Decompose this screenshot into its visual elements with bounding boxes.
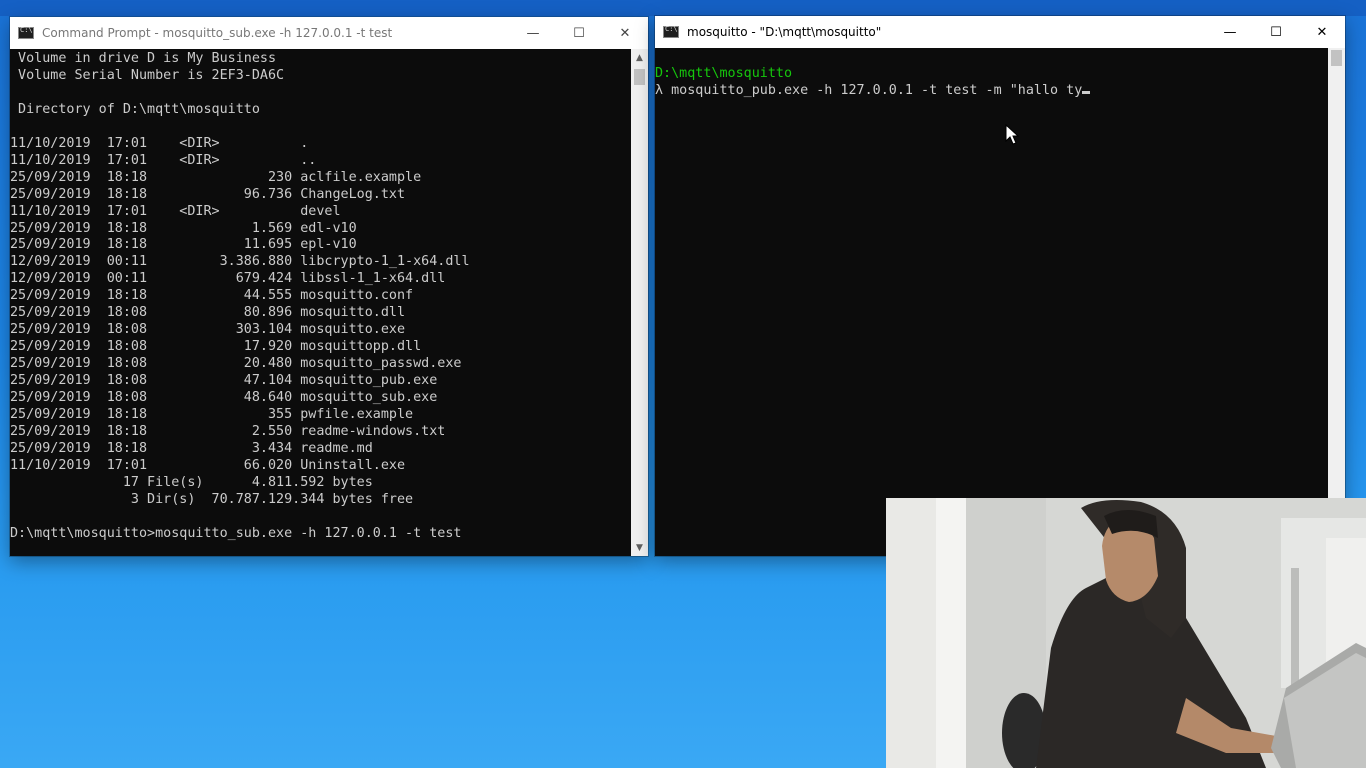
prompt-path: D:\mqtt\mosquitto	[655, 66, 793, 81]
console-line: 25/09/2019 18:08 48.640 mosquitto_sub.ex…	[10, 390, 438, 406]
maximize-button[interactable]: ☐	[1253, 16, 1299, 48]
scroll-thumb[interactable]	[1331, 50, 1342, 66]
mosquitto-console-window[interactable]: mosquitto - "D:\mqtt\mosquitto" — ☐ ✕ D:…	[655, 16, 1345, 556]
command-prompt-window[interactable]: Command Prompt - mosquitto_sub.exe -h 12…	[10, 17, 648, 556]
close-button[interactable]: ✕	[1299, 16, 1345, 48]
console-line: Volume in drive D is My Business	[10, 51, 277, 66]
console-line: D:\mqtt\mosquitto>mosquitto_sub.exe -h 1…	[10, 525, 462, 541]
console-line: 12/09/2019 00:11 3.386.880 libcrypto-1_1…	[10, 254, 470, 270]
title-bar[interactable]: Command Prompt - mosquitto_sub.exe -h 12…	[10, 17, 648, 49]
window-controls: — ☐ ✕	[1207, 16, 1345, 48]
desktop-top-edge	[0, 0, 1366, 16]
console-line: Directory of D:\mqtt\mosquitto	[10, 101, 260, 117]
mouse-pointer-icon	[1005, 124, 1019, 145]
console-line: 25/09/2019 18:08 20.480 mosquitto_passwd…	[10, 356, 462, 372]
console-line: 25/09/2019 18:18 11.695 epl-v10	[10, 237, 357, 253]
console-line: 11/10/2019 17:01 <DIR> .	[10, 135, 309, 151]
vertical-scrollbar[interactable]: ▲ ▼	[631, 49, 648, 556]
scroll-down-arrow-icon[interactable]: ▼	[631, 539, 648, 556]
cmd-icon	[18, 26, 34, 39]
console-line: 25/09/2019 18:18 44.555 mosquitto.conf	[10, 288, 414, 304]
console-line: 25/09/2019 18:08 80.896 mosquitto.dll	[10, 305, 406, 321]
console-output[interactable]: D:\mqtt\mosquitto λ mosquitto_pub.exe -h…	[655, 48, 1328, 556]
console-line: 25/09/2019 18:18 96.736 ChangeLog.txt	[10, 186, 406, 202]
scroll-up-arrow-icon[interactable]: ▲	[631, 49, 648, 66]
minimize-button[interactable]: —	[510, 17, 556, 49]
console-text: D:\mqtt\mosquitto λ mosquitto_pub.exe -h…	[655, 66, 1328, 100]
console-line: 3 Dir(s) 70.787.129.344 bytes free	[10, 491, 414, 507]
command-input-line[interactable]: λ mosquitto_pub.exe -h 127.0.0.1 -t test…	[655, 83, 1082, 98]
console-line: 25/09/2019 18:18 2.550 readme-windows.tx…	[10, 423, 446, 439]
console-line: 12/09/2019 00:11 679.424 libssl-1_1-x64.…	[10, 271, 446, 287]
console-line: 25/09/2019 18:08 47.104 mosquitto_pub.ex…	[10, 373, 438, 389]
close-button[interactable]: ✕	[602, 17, 648, 49]
window-title: Command Prompt - mosquitto_sub.exe -h 12…	[42, 26, 393, 40]
minimize-button[interactable]: —	[1207, 16, 1253, 48]
webcam-overlay	[886, 498, 1366, 768]
text-cursor	[1082, 90, 1091, 94]
console-line: 25/09/2019 18:08 303.104 mosquitto.exe	[10, 322, 406, 338]
console-text: Volume in drive D is My Business Volume …	[10, 51, 631, 543]
console-line: 11/10/2019 17:01 66.020 Uninstall.exe	[10, 457, 406, 473]
console-line: 11/10/2019 17:01 <DIR> ..	[10, 152, 317, 168]
maximize-button[interactable]: ☐	[556, 17, 602, 49]
console-line: 11/10/2019 17:01 <DIR> devel	[10, 203, 341, 219]
vertical-scrollbar[interactable]	[1328, 48, 1345, 556]
console-line: Volume Serial Number is 2EF3-DA6C	[10, 67, 285, 83]
console-line: 25/09/2019 18:18 230 aclfile.example	[10, 169, 422, 185]
webcam-person-image	[886, 498, 1366, 768]
console-line: 25/09/2019 18:18 1.569 edl-v10	[10, 220, 357, 236]
console-output[interactable]: Volume in drive D is My Business Volume …	[10, 49, 631, 556]
title-bar[interactable]: mosquitto - "D:\mqtt\mosquitto" — ☐ ✕	[655, 16, 1345, 48]
console-line: 25/09/2019 18:08 17.920 mosquittopp.dll	[10, 339, 422, 355]
console-line: 25/09/2019 18:18 3.434 readme.md	[10, 440, 373, 456]
console-line: 25/09/2019 18:18 355 pwfile.example	[10, 407, 414, 423]
scroll-thumb[interactable]	[634, 69, 645, 85]
window-controls: — ☐ ✕	[510, 17, 648, 49]
cmd-icon	[663, 25, 679, 38]
window-title: mosquitto - "D:\mqtt\mosquitto"	[687, 25, 882, 39]
console-line: 17 File(s) 4.811.592 bytes	[10, 474, 373, 490]
